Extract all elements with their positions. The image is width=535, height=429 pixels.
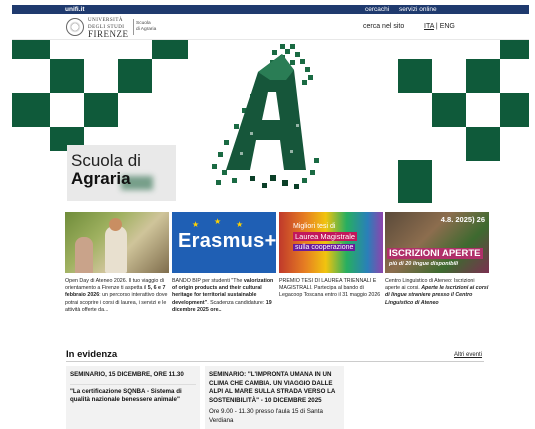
star-icon: ★ <box>214 217 222 226</box>
language-switcher: ITA | ENG <box>424 23 455 30</box>
lang-eng[interactable]: ENG <box>440 23 455 30</box>
hero-square <box>152 40 188 59</box>
hero-square <box>84 93 118 127</box>
event-body: "La certificazione SQNBA - Sistema di qu… <box>70 387 182 404</box>
news-card-cla[interactable]: 4.8. 2025) 26 ISCRIZIONI APERTE più di 2… <box>385 212 489 326</box>
school-title-line1: Scuola di <box>71 151 141 170</box>
cercachi-link[interactable]: cercachi <box>365 5 389 14</box>
hero-square <box>398 160 432 203</box>
news-card-text: Centro Linguistico di Ateneo: Iscrizioni… <box>385 278 489 306</box>
event-body: Ore 9.00 - 11.30 presso l'aula 15 di San… <box>209 408 323 424</box>
news-card-open-day[interactable]: Open Day di Ateneo 2026. Il tuo viaggio … <box>65 212 169 326</box>
star-icon: ★ <box>236 220 244 229</box>
servizi-online-link[interactable]: servizi online <box>399 5 437 14</box>
hero-square <box>466 127 500 161</box>
altri-eventi-link[interactable]: Altri eventi <box>454 352 482 358</box>
university-seal-icon[interactable] <box>66 18 84 36</box>
hero-square <box>500 40 529 59</box>
event-card[interactable]: SEMINARIO, 15 DICEMBRE, ORE 11.30 "La ce… <box>66 366 200 429</box>
site-header: UNIVERSITÀ DEGLI STUDI FIRENZE Scuola di… <box>12 14 529 40</box>
school-title-line2: Agraria <box>71 169 131 188</box>
news-card-text: PREMIO TESI DI LAUREA TRIENNALI E MAGIST… <box>279 278 381 299</box>
evidenza-divider <box>66 361 484 362</box>
hero-square <box>466 59 500 93</box>
hero-square <box>12 93 50 127</box>
news-card-text: Open Day di Ateneo 2026. Il tuo viaggio … <box>65 278 168 313</box>
evidenza-heading: In evidenza <box>66 349 118 360</box>
event-card[interactable]: SEMINARIO: "L'IMPRONTA UMANA IN UN CLIMA… <box>205 366 344 429</box>
logo-divider <box>133 19 134 35</box>
logo-line1: UNIVERSITÀ <box>88 18 123 23</box>
lang-ita[interactable]: ITA <box>424 23 434 30</box>
top-bar: unifi.it cercachi servizi online <box>12 5 529 14</box>
event-heading: SEMINARIO: "L'IMPRONTA UMANA IN UN CLIMA… <box>209 371 336 404</box>
tesi-line3: sulla cooperazione <box>293 244 356 251</box>
pixel-a-icon <box>212 44 319 189</box>
iscrizioni-date: 4.8. 2025) 26 <box>440 215 485 224</box>
premio-tesi-image[interactable]: Migliori tesi di Laurea Magistrale sulla… <box>279 212 383 273</box>
school-line2: di Agraria <box>136 27 157 32</box>
school-logo-text[interactable]: Scuola di Agraria <box>136 21 156 33</box>
hero-square <box>118 59 152 93</box>
iscrizioni-title: ISCRIZIONI APERTE <box>387 248 483 259</box>
person-head <box>109 218 122 231</box>
premio-tesi-overlay: Migliori tesi di Laurea Magistrale sulla… <box>293 222 358 253</box>
school-title-box: Scuola di Agraria <box>67 145 176 201</box>
unifi-link[interactable]: unifi.it <box>65 5 85 14</box>
erasmus-image[interactable]: ★ ★ ★ Erasmus+ <box>172 212 276 273</box>
iscrizioni-image[interactable]: 4.8. 2025) 26 ISCRIZIONI APERTE più di 2… <box>385 212 489 273</box>
hero-square <box>432 93 466 127</box>
person-figure <box>105 226 127 273</box>
tesi-line2: Laurea Magistrale <box>293 232 358 241</box>
logo-line3: FIRENZE <box>88 29 129 39</box>
iscrizioni-subtitle: più di 20 lingue disponibili <box>389 261 459 267</box>
news-card-bando-bip[interactable]: ★ ★ ★ Erasmus+ BANDO BIP per studenti "T… <box>172 212 276 326</box>
hero-banner: Scuola di Agraria <box>12 40 529 203</box>
event-heading: SEMINARIO, 15 DICEMBRE, ORE 11.30 <box>70 366 196 385</box>
hero-square <box>398 59 432 93</box>
hero-square <box>12 40 50 59</box>
erasmus-label: Erasmus+ <box>178 230 276 252</box>
hero-square <box>500 93 529 127</box>
hero-square <box>50 59 84 93</box>
university-logo[interactable]: UNIVERSITÀ DEGLI STUDI FIRENZE <box>88 17 129 39</box>
open-day-image[interactable] <box>65 212 169 273</box>
star-icon: ★ <box>192 220 200 229</box>
news-card-text: BANDO BIP per studenti "The valorization… <box>172 278 274 313</box>
person-figure <box>75 237 93 273</box>
news-card-premio-tesi[interactable]: Migliori tesi di Laurea Magistrale sulla… <box>279 212 383 326</box>
tesi-line1: Migliori tesi di <box>293 223 336 230</box>
search-link[interactable]: cerca nel sito <box>363 23 404 30</box>
